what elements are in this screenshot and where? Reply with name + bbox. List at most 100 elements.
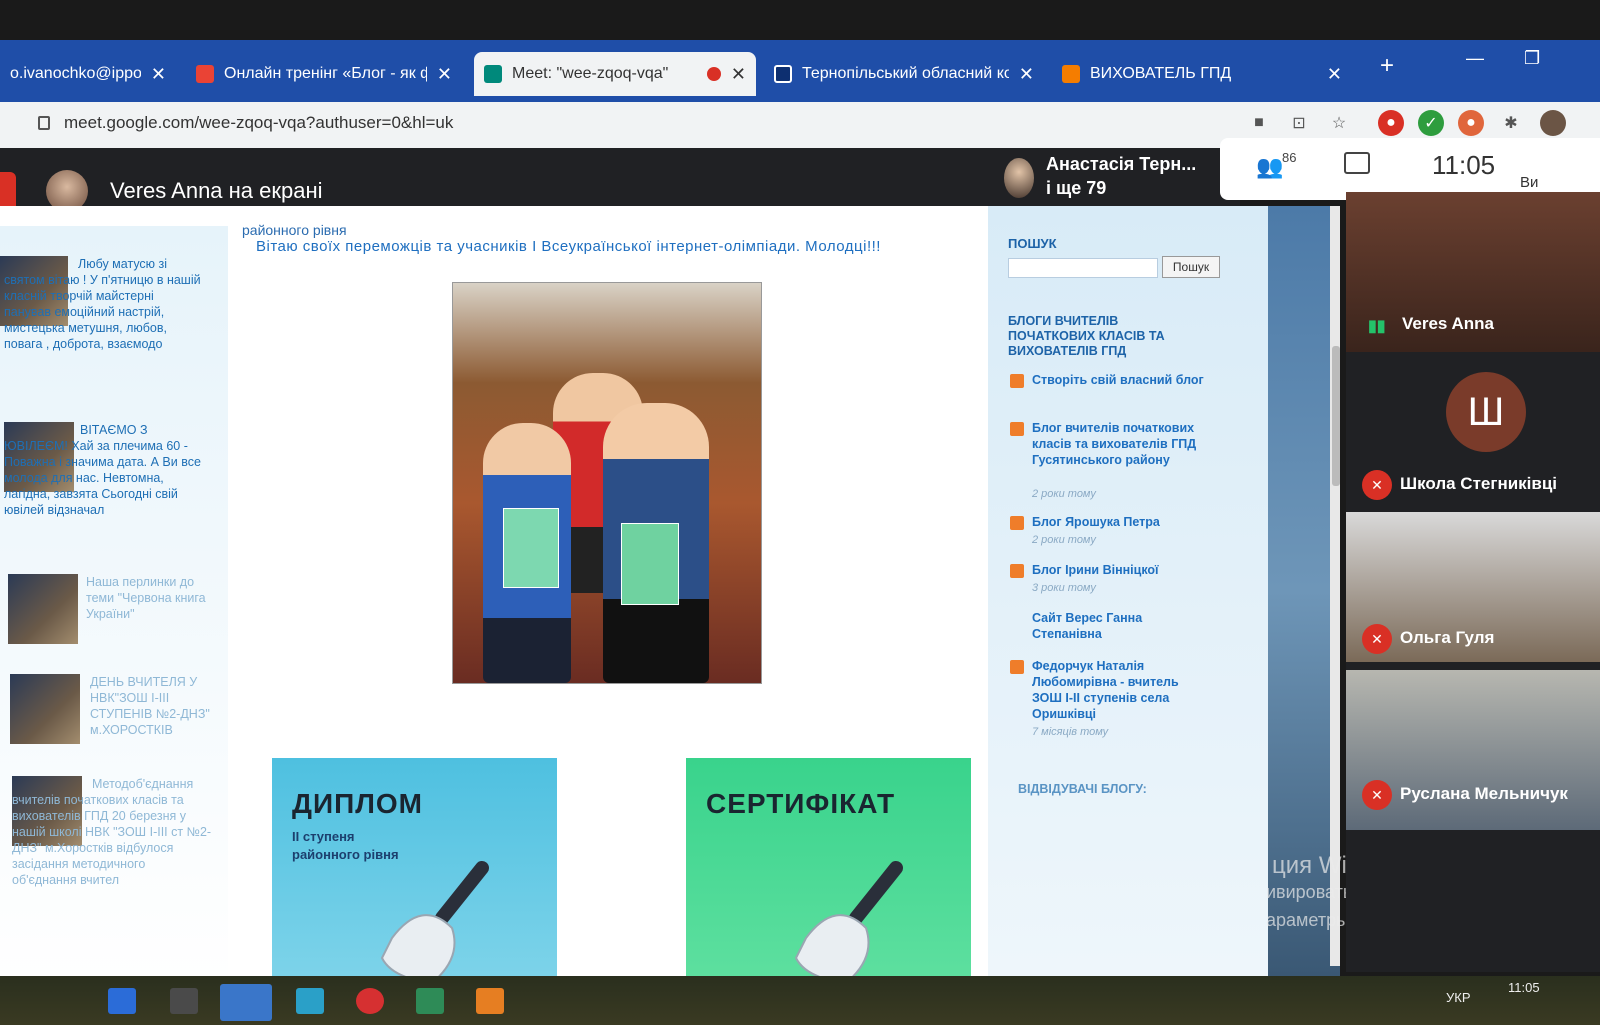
diploma-heading: ДИПЛОМ (292, 788, 423, 819)
profile-avatar[interactable] (1540, 110, 1566, 136)
mic-off-icon: ✕ (1362, 624, 1392, 654)
avatar: Ш (1446, 372, 1526, 452)
close-icon[interactable]: ✕ (437, 64, 452, 85)
tab-vykhovatel[interactable]: ВИХОВАТЕЛЬ ГПД ✕ (1052, 52, 1352, 96)
tab-online-training[interactable]: Онлайн тренінг «Блог - як фо ✕ (186, 52, 462, 96)
bell-icon (380, 861, 489, 976)
lock-icon (38, 116, 50, 130)
language-indicator[interactable]: УКР (1446, 990, 1471, 1005)
search-button[interactable]: Пошук (1162, 256, 1220, 278)
restore-icon[interactable]: ❐ (1524, 48, 1540, 69)
right-sidebar: ПОШУК Пошук БЛОГИ ВЧИТЕЛІВ ПОЧАТКОВИХ КЛ… (988, 206, 1268, 976)
blogger-icon (1010, 422, 1024, 436)
participant-tile[interactable]: Ш ✕ Школа Стегниківці (1346, 352, 1600, 512)
app-icon[interactable] (108, 988, 136, 1014)
minimize-icon[interactable]: — (1466, 48, 1484, 69)
tab-title: o.ivanochko@ippo.ed (10, 65, 141, 82)
tab-email[interactable]: o.ivanochko@ippo.ed ✕ (0, 52, 176, 96)
search-input[interactable] (1008, 258, 1158, 278)
app-icon[interactable] (416, 988, 444, 1014)
blog-link[interactable]: Створіть свій власний блог (1032, 372, 1212, 388)
tab-title: ВИХОВАТЕЛЬ ГПД (1090, 65, 1232, 82)
blog-link[interactable]: Блог вчителів початкових класів та вихов… (1032, 420, 1212, 468)
close-icon[interactable]: ✕ (151, 64, 166, 85)
list-item[interactable]: Федорчук Наталія Любомирівна - вчитель З… (1010, 658, 1210, 748)
meet-controls: 👥 86 11:05 Ви (1220, 138, 1600, 200)
list-item[interactable]: Блог Ірини Вінніцкої 3 роки тому (1010, 562, 1210, 602)
participants-panel: ▮▮ Veres Anna Ш ✕ Школа Стегниківці ✕ Ол… (1346, 192, 1600, 972)
app-icon[interactable] (356, 988, 384, 1014)
people-icon[interactable]: 👥 (1256, 154, 1283, 180)
shield-icon[interactable]: ✓ (1418, 110, 1444, 136)
new-tab-button[interactable]: + (1380, 52, 1394, 80)
visitors-title: ВІДВІДУВАЧІ БЛОГУ: (1018, 782, 1147, 796)
award-photo (452, 282, 762, 684)
scrollbar-thumb[interactable] (1332, 346, 1340, 486)
browser-icon[interactable] (220, 984, 272, 1021)
blog-link[interactable]: Сайт Верес Ганна Степанівна (1032, 610, 1212, 642)
blog-content: районного рівня Вітаю своїх переможців т… (228, 206, 988, 976)
avatar (1004, 158, 1034, 198)
blog-link[interactable]: Блог Ярошука Петра (1032, 514, 1212, 530)
cut-heading: районного рівня (242, 222, 347, 238)
participant-name: Veres Anna (1402, 314, 1494, 333)
app-icon[interactable] (296, 988, 324, 1014)
list-item[interactable]: Сайт Верес Ганна Степанівна (1010, 610, 1210, 650)
list-item[interactable]: Блог Ярошука Петра 2 роки тому (1010, 514, 1210, 554)
photo-certificate (503, 508, 559, 588)
post-age: 2 роки тому (1032, 534, 1096, 546)
list-item[interactable]: Методоб'єднання вчителів початкових клас… (0, 776, 228, 946)
gmail-icon (196, 65, 214, 83)
screen: o.ivanochko@ippo.ed ✕ Онлайн тренінг «Бл… (0, 0, 1600, 1025)
close-icon[interactable]: ✕ (731, 64, 746, 85)
puzzle-icon[interactable]: ✱ (1498, 110, 1524, 136)
app-icon[interactable] (476, 988, 504, 1014)
browser-tab-strip: o.ivanochko@ippo.ed ✕ Онлайн тренінг «Бл… (0, 40, 1600, 102)
tab-meet[interactable]: Meet: "wee-zqoq-vqa" ✕ (474, 52, 756, 96)
url-field[interactable]: meet.google.com/wee-zqoq-vqa?authuser=0&… (64, 113, 453, 133)
blogger-icon (1010, 564, 1024, 578)
blogger-icon (1010, 374, 1024, 388)
participant-tile[interactable]: ✕ Ольга Гуля (1346, 512, 1600, 662)
adblock-icon[interactable]: ● (1378, 110, 1404, 136)
certificate-image: СЕРТИФІКАТ (686, 758, 971, 976)
recording-icon (706, 67, 721, 81)
participant-name: Руслана Мельничук (1400, 784, 1568, 803)
translate-icon[interactable]: ⊡ (1286, 110, 1312, 136)
presenter-label: Veres Anna на екрані (110, 178, 323, 203)
chat-icon[interactable] (1344, 152, 1370, 174)
speaker-name: Анастасія Терн... (1046, 154, 1197, 174)
mic-off-icon: ✕ (1362, 470, 1392, 500)
post-text: Наша перлинки до теми "Червона книга Укр… (86, 575, 206, 621)
post-text: ДЕНЬ ВЧИТЕЛЯ У НВК"ЗОШ І-ІІІ СТУПЕНІВ №2… (90, 675, 210, 737)
extension-icon[interactable]: ● (1458, 110, 1484, 136)
certificate-heading: СЕРТИФІКАТ (706, 788, 896, 819)
people-count: 86 (1282, 150, 1297, 165)
star-icon[interactable]: ☆ (1326, 110, 1352, 136)
close-icon[interactable]: ✕ (1327, 64, 1342, 85)
shared-screen: Любу матусю зі святом вітаю ! У п'ятницю… (0, 206, 1340, 976)
post-text: Любу матусю зі святом вітаю ! У п'ятницю… (4, 257, 201, 351)
taskbar-clock[interactable]: 11:05 (1508, 980, 1540, 995)
close-icon[interactable]: ✕ (1019, 64, 1034, 85)
post-text: Методоб'єднання вчителів початкових клас… (12, 777, 212, 887)
participant-tile[interactable]: ▮▮ Veres Anna (1346, 192, 1600, 352)
list-item[interactable]: Створіть свій власний блог (1010, 372, 1210, 412)
list-item[interactable]: ВІТАЄМО З ЮВІЛЕЄМ! Хай за плечима 60 - П… (0, 422, 228, 552)
list-item[interactable]: Блог вчителів початкових класів та вихов… (1010, 420, 1210, 504)
camera-icon[interactable]: ■ (1246, 110, 1272, 136)
speaker-more: і ще 79 (1046, 178, 1107, 198)
diploma-image: ДИПЛОМ ІІ ступеня районного рівня (272, 758, 557, 976)
post-age: 3 роки тому (1032, 582, 1096, 594)
participant-tile[interactable]: ✕ Руслана Мельничук (1346, 670, 1600, 830)
app-icon[interactable] (170, 988, 198, 1014)
blog-link[interactable]: Блог Ірини Вінніцкої (1032, 562, 1212, 578)
tab-ternopil[interactable]: Тернопільський обласний ко ✕ (764, 52, 1044, 96)
list-item[interactable]: Наша перлинки до теми "Червона книга Укр… (0, 574, 228, 654)
mic-off-icon: ✕ (1362, 780, 1392, 810)
list-item[interactable]: Любу матусю зі святом вітаю ! У п'ятницю… (0, 256, 228, 406)
blog-link[interactable]: Федорчук Наталія Любомирівна - вчитель З… (1032, 658, 1212, 722)
post-age: 7 місяців тому (1032, 726, 1109, 738)
list-item[interactable]: ДЕНЬ ВЧИТЕЛЯ У НВК"ЗОШ І-ІІІ СТУПЕНІВ №2… (0, 674, 228, 754)
tab-title: Meet: "wee-zqoq-vqa" (512, 65, 669, 82)
